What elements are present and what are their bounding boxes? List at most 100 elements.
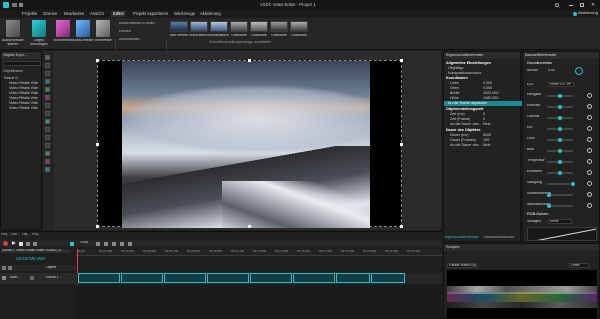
visibility-icon[interactable] [8, 266, 12, 270]
free-shape-icon[interactable] [45, 159, 50, 164]
audio-object-icon[interactable] [45, 95, 50, 100]
menu-projects[interactable]: Projekte [20, 11, 39, 17]
reset-icon[interactable] [587, 148, 592, 153]
ellipse-object-icon[interactable] [45, 151, 50, 156]
scene-frame[interactable] [96, 59, 403, 228]
reset-icon[interactable] [587, 115, 592, 120]
scene-tab[interactable]: Szene 0 [1, 249, 16, 253]
cut-start-button[interactable] [6, 20, 20, 37]
prop-value[interactable]: 0.000 [483, 86, 492, 90]
template-thumb[interactable] [230, 21, 248, 32]
animation-object-icon[interactable] [45, 167, 50, 172]
slider-knob[interactable] [558, 94, 562, 98]
reset-icon[interactable] [587, 137, 592, 142]
slider-knob[interactable] [558, 116, 562, 120]
tool-split[interactable]: Ausschneiden & teilen [119, 22, 155, 26]
angle-value[interactable]: 0.00 [548, 69, 555, 73]
slider-knob[interactable] [558, 160, 562, 164]
menu-edit[interactable]: Bearbeiten [62, 11, 86, 17]
track-header[interactable]: Mich... Ebene 1 [0, 273, 76, 284]
tree-item-video[interactable]: Video Réalis Vide [9, 106, 42, 111]
explorer-search-field[interactable] [3, 61, 41, 66]
slider-knob[interactable] [558, 105, 562, 109]
snap-icon[interactable] [70, 241, 74, 246]
add-layer-icon[interactable] [2, 266, 6, 270]
reset-icon[interactable] [587, 181, 592, 186]
tab-properties[interactable]: Eigenschaftenfenster [445, 236, 479, 240]
prop-value[interactable]: Nein [483, 122, 491, 126]
reset-icon[interactable] [587, 170, 592, 175]
prop-value[interactable]: 150 [483, 138, 489, 142]
timeline-ruler[interactable]: 00:00 00:01.600 00:03.200 00:04.800 00:0… [76, 249, 442, 256]
fit-to-scene-row[interactable]: An die Szene anpassen [444, 101, 522, 106]
text-effects-button[interactable] [96, 20, 110, 37]
template-thumb[interactable] [250, 21, 268, 32]
reset-icon[interactable] [587, 203, 592, 208]
scope-scale-select[interactable]: Grafik [569, 263, 589, 268]
menu-activation[interactable]: Aktivierung [198, 11, 223, 17]
record-icon[interactable] [3, 241, 8, 246]
prev-frame-icon[interactable] [26, 241, 30, 246]
maximize-icon[interactable] [580, 3, 584, 7]
slider-knob[interactable] [547, 204, 551, 208]
prop-value[interactable]: 0 [483, 112, 485, 116]
add-object-button[interactable] [32, 20, 46, 37]
angle-dial-icon[interactable] [575, 67, 583, 75]
menu-editor[interactable]: Editor [111, 11, 126, 17]
quick-open-icon[interactable] [12, 3, 17, 7]
video-object-icon[interactable] [45, 79, 50, 84]
resize-handle[interactable] [96, 59, 99, 62]
menu-view[interactable]: Ansicht [88, 11, 106, 17]
scope-mode-select[interactable]: Parade Wellen (B) [447, 263, 477, 268]
timeline-clip[interactable] [371, 273, 405, 283]
slider-knob[interactable] [558, 127, 562, 131]
timeline-clip[interactable] [207, 273, 249, 283]
lut-select[interactable]: Keine LUT ve [548, 82, 574, 87]
explorer-tab[interactable]: Objektbaum [3, 69, 23, 73]
close-icon[interactable]: ✕ [591, 2, 595, 8]
timeline-clip[interactable] [336, 273, 370, 283]
resize-handle[interactable] [248, 59, 251, 62]
resize-handle[interactable] [400, 225, 403, 228]
template-thumb[interactable] [270, 21, 288, 32]
template-thumb[interactable] [210, 21, 228, 32]
pointer-tool-icon[interactable] [45, 55, 50, 60]
timeline-clip[interactable] [121, 273, 163, 283]
panel-tab[interactable]: Proj... [1, 233, 10, 237]
panel-tab[interactable]: Obj... [22, 233, 30, 237]
video-effects-button[interactable] [56, 20, 70, 37]
slider-knob[interactable] [571, 182, 575, 186]
hand-tool-icon[interactable] [45, 63, 50, 68]
resize-handle[interactable] [96, 225, 99, 228]
chart-object-icon[interactable] [45, 119, 50, 124]
resize-handle[interactable] [96, 143, 99, 146]
template-thumb[interactable] [190, 21, 208, 32]
slider-knob[interactable] [558, 171, 562, 175]
prop-value[interactable]: 1920.000 [483, 91, 498, 95]
resize-handle[interactable] [400, 143, 403, 146]
undo-icon[interactable] [112, 241, 116, 246]
tool-crop[interactable]: Zuschneiden [119, 38, 140, 42]
video-tab[interactable]: Video Réalis Video 203852_5... [15, 249, 70, 253]
audio-effects-button[interactable] [76, 20, 90, 37]
timeline-clip[interactable] [164, 273, 206, 283]
reset-icon[interactable] [587, 93, 592, 98]
settings-icon[interactable] [555, 3, 559, 7]
track-lock-icon[interactable] [30, 276, 34, 280]
shape-object-icon[interactable] [45, 111, 50, 116]
menu-scenes[interactable]: Szenen [41, 11, 59, 17]
redo-icon[interactable] [120, 241, 124, 246]
image-object-icon[interactable] [45, 87, 50, 92]
text-object-icon[interactable] [45, 103, 50, 108]
curve-templates-select[interactable]: Keine [548, 219, 572, 224]
stop-icon[interactable] [19, 241, 23, 246]
caption-object-icon[interactable] [45, 143, 50, 148]
prop-value[interactable]: 0 [483, 117, 485, 121]
play-icon[interactable] [12, 241, 16, 245]
slider-knob[interactable] [547, 193, 551, 197]
magnet-icon[interactable] [128, 241, 132, 246]
template-thumb[interactable] [290, 21, 308, 32]
zoom-tool-icon[interactable] [45, 71, 50, 76]
panel-tab[interactable]: Proj... [32, 233, 41, 237]
quick-save-icon[interactable] [19, 3, 23, 7]
